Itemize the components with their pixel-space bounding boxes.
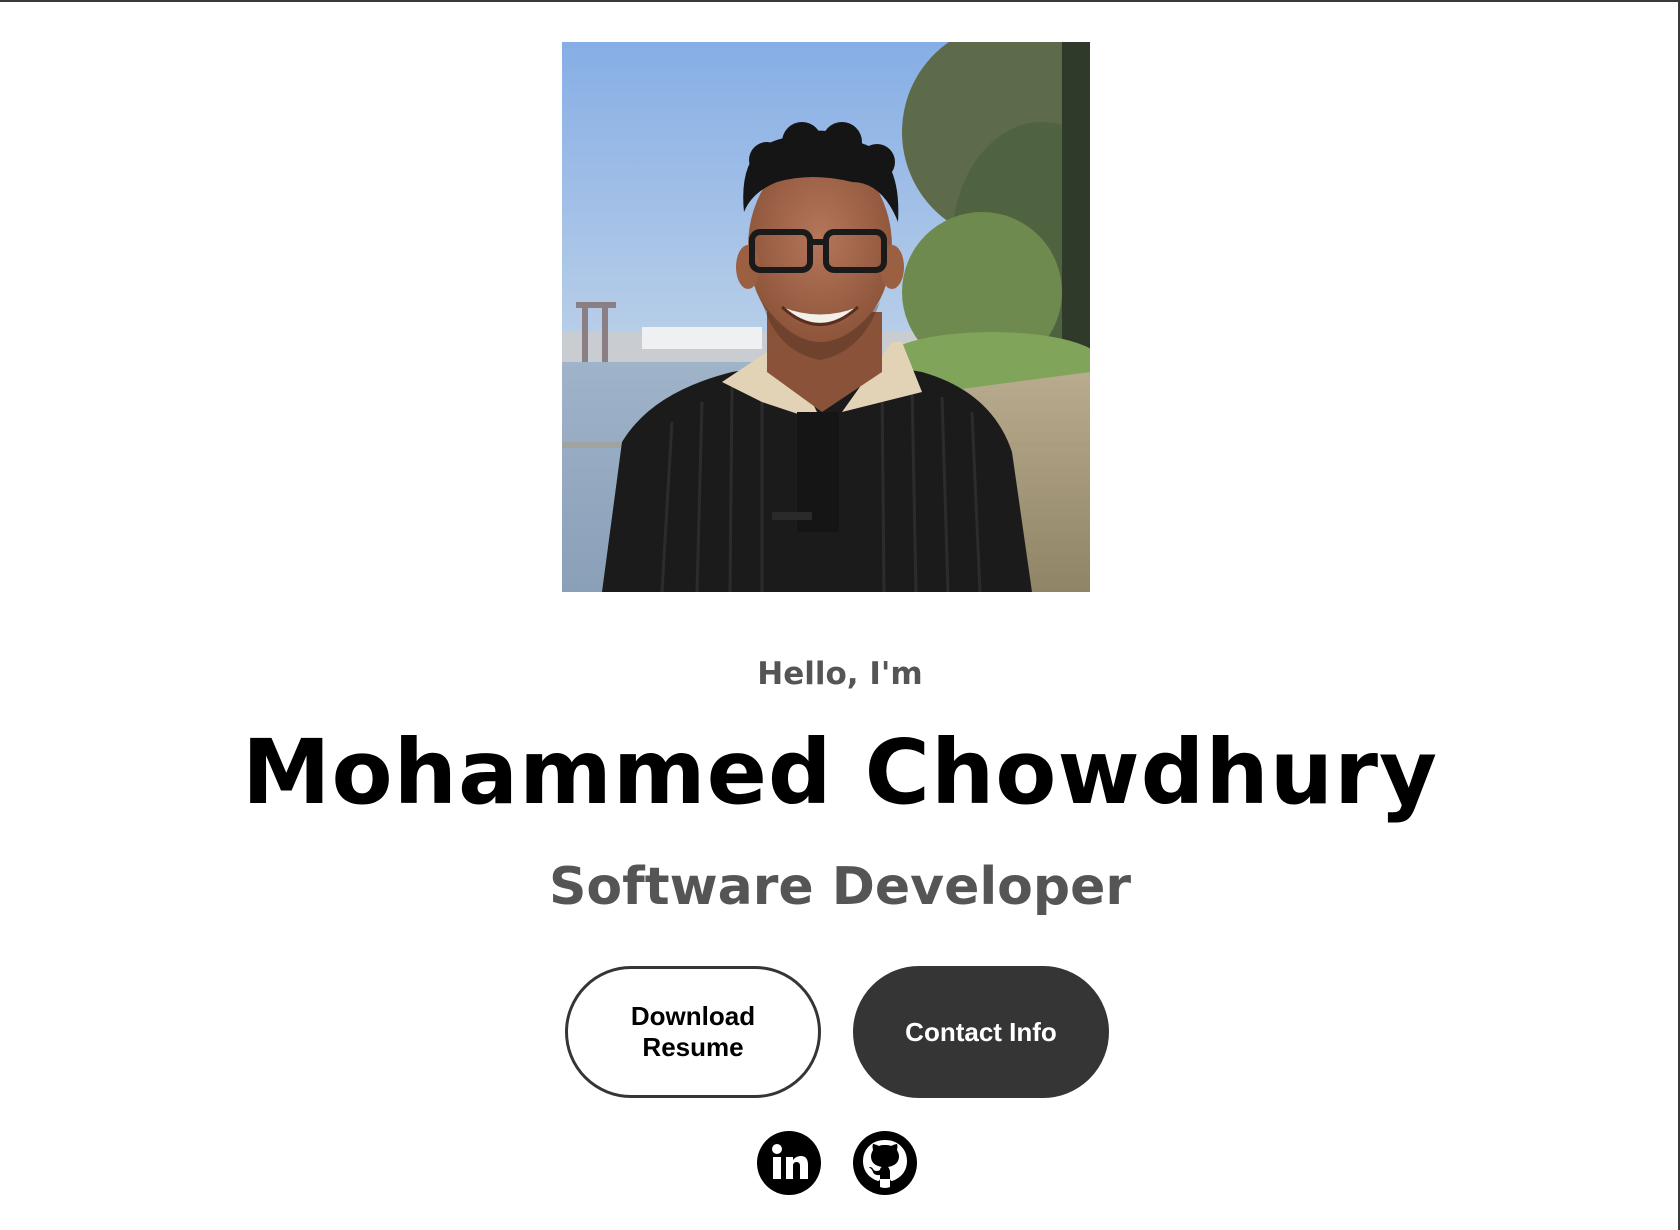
job-title: Software Developer — [548, 857, 1132, 917]
page-frame: Hello, I'm Mohammed Chowdhury Software D… — [0, 0, 1680, 1230]
page-title: Mohammed Chowdhury — [241, 720, 1439, 824]
profile-photo — [562, 42, 1090, 592]
download-resume-button[interactable]: Download Resume — [565, 966, 821, 1098]
download-resume-label: Download Resume — [630, 1001, 756, 1062]
contact-info-label: Contact Info — [905, 1016, 1057, 1047]
greeting-text: Hello, I'm — [757, 656, 923, 692]
contact-info-button[interactable]: Contact Info — [853, 966, 1109, 1098]
linkedin-icon[interactable] — [756, 1130, 822, 1196]
github-icon[interactable] — [852, 1130, 918, 1196]
